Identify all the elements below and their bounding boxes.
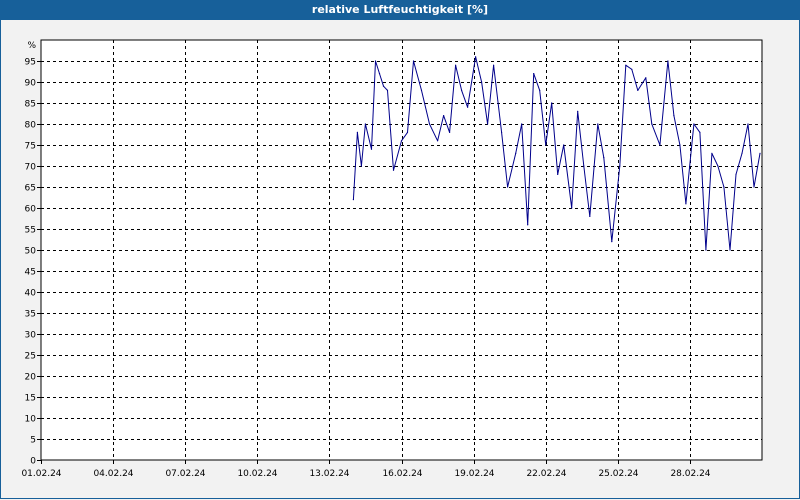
y-tick-label: 90 xyxy=(25,79,37,89)
humidity-data-point xyxy=(501,131,503,133)
humidity-data-point xyxy=(637,89,639,91)
humidity-data-point xyxy=(679,144,681,146)
humidity-data-point xyxy=(583,165,585,167)
humidity-data-point xyxy=(685,203,687,205)
humidity-data-point xyxy=(597,123,599,125)
humidity-data-point xyxy=(667,60,669,62)
y-tick-label: 35 xyxy=(25,310,36,320)
y-tick-label: 85 xyxy=(25,100,36,110)
humidity-data-point xyxy=(577,110,579,112)
x-tick-label: 22.02.24 xyxy=(526,469,566,479)
y-tick-label: 75 xyxy=(25,142,36,152)
humidity-data-point xyxy=(406,131,409,133)
humidity-data-point xyxy=(705,249,707,251)
y-tick-label: 15 xyxy=(25,394,36,404)
humidity-data-point xyxy=(481,81,483,83)
humidity-data-point xyxy=(475,56,477,58)
humidity-data-point xyxy=(735,173,737,175)
y-tick-label: 20 xyxy=(25,373,37,383)
x-tick-label: 01.02.24 xyxy=(21,469,61,479)
x-tick-label: 10.02.24 xyxy=(237,469,277,479)
y-tick-label: 40 xyxy=(25,289,37,299)
y-tick-label: 65 xyxy=(25,184,36,194)
humidity-data-point xyxy=(461,89,463,91)
humidity-data-point xyxy=(412,60,415,62)
humidity-data-point xyxy=(571,207,573,209)
humidity-data-point xyxy=(699,131,701,133)
humidity-data-point xyxy=(533,73,535,75)
y-tick-label: 5 xyxy=(30,436,36,446)
humidity-chart: 0 5 10 15 20 25 30 35 40 45 50 55 60 65 70 75 80 85 90 95% 0… xyxy=(21,39,763,479)
humidity-data-point xyxy=(382,85,385,87)
humidity-data-point xyxy=(645,77,647,79)
humidity-data-point xyxy=(356,131,358,133)
humidity-data-point xyxy=(611,241,613,243)
y-tick-label: 50 xyxy=(25,247,37,257)
humidity-data-point xyxy=(428,123,431,125)
humidity-data-point xyxy=(352,199,354,201)
humidity-data-point xyxy=(625,64,627,66)
humidity-data-point xyxy=(753,186,755,188)
humidity-data-point xyxy=(747,123,749,125)
x-tick-label: 07.02.24 xyxy=(165,469,205,479)
humidity-data-point xyxy=(364,123,366,125)
humidity-data-point xyxy=(370,148,373,150)
humidity-data-point xyxy=(386,89,389,91)
y-tick-label: 70 xyxy=(25,163,37,173)
humidity-data-point xyxy=(527,224,529,226)
humidity-data-point xyxy=(557,173,559,175)
y-axis-label: % xyxy=(27,41,36,51)
x-tick-label: 13.02.24 xyxy=(309,469,349,479)
humidity-data-point xyxy=(400,140,403,142)
x-tick-label: 28.02.24 xyxy=(670,469,710,479)
humidity-data-point xyxy=(673,115,675,117)
humidity-data-point xyxy=(551,102,553,104)
humidity-data-point xyxy=(539,89,541,91)
humidity-data-point xyxy=(693,123,695,125)
humidity-data-point xyxy=(711,152,713,154)
humidity-data-point xyxy=(563,144,565,146)
y-tick-label: 30 xyxy=(25,331,37,341)
humidity-data-point xyxy=(507,186,509,188)
humidity-data-point xyxy=(443,115,445,117)
humidity-data-point xyxy=(420,89,423,91)
humidity-data-point xyxy=(631,68,633,70)
humidity-data-point xyxy=(759,152,761,154)
humidity-data-point xyxy=(493,64,495,66)
humidity-data-point xyxy=(741,152,743,154)
grid-layer xyxy=(40,39,763,461)
humidity-data-point xyxy=(487,123,489,125)
humidity-data-point xyxy=(603,157,605,159)
humidity-data-point xyxy=(455,64,457,66)
x-tick-label: 16.02.24 xyxy=(382,469,422,479)
humidity-data-point xyxy=(659,144,661,146)
y-tick-label: 45 xyxy=(25,268,36,278)
x-tick-label: 04.02.24 xyxy=(93,469,133,479)
humidity-data-point xyxy=(449,131,451,133)
humidity-data-point xyxy=(729,249,731,251)
y-tick-label: 10 xyxy=(25,415,37,425)
humidity-data-point xyxy=(392,169,395,171)
humidity-data-point xyxy=(717,165,719,167)
y-tick-label: 0 xyxy=(30,457,36,467)
humidity-data-point xyxy=(374,60,377,62)
y-tick-label: 55 xyxy=(25,226,36,236)
humidity-data-point xyxy=(545,144,547,146)
humidity-data-point xyxy=(521,123,523,125)
humidity-data-point xyxy=(437,140,439,142)
humidity-data-point xyxy=(651,123,653,125)
humidity-data-point xyxy=(515,152,517,154)
humidity-data-point xyxy=(619,165,621,167)
x-tick-label: 25.02.24 xyxy=(598,469,638,479)
y-tick-label: 80 xyxy=(25,121,37,131)
humidity-data-point xyxy=(360,165,362,167)
humidity-data-point xyxy=(378,73,381,75)
x-tick-label: 19.02.24 xyxy=(454,469,494,479)
y-tick-label: 95 xyxy=(25,58,36,68)
humidity-data-point xyxy=(589,215,591,217)
y-tick-label: 25 xyxy=(25,352,36,362)
humidity-data-point xyxy=(723,186,725,188)
y-tick-label: 60 xyxy=(25,205,37,215)
humidity-data-point xyxy=(467,106,469,108)
